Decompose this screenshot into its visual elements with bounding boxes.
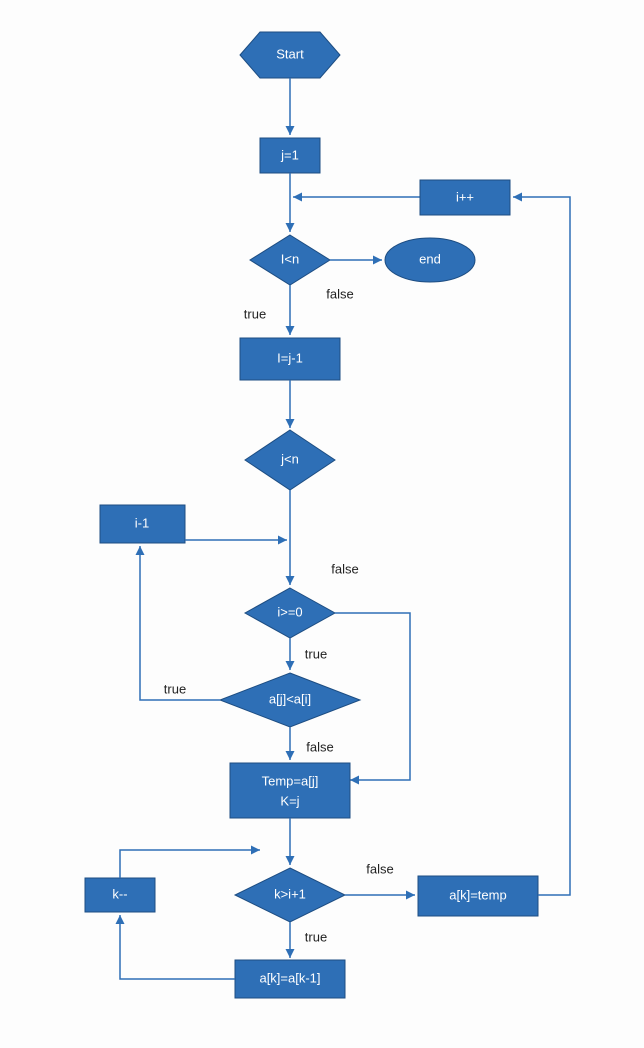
node-i-minus-1: i-1 xyxy=(100,505,185,543)
edge-kdec-loop xyxy=(120,850,260,878)
label-assign-I: I=j-1 xyxy=(277,350,303,365)
label-true-2: true xyxy=(305,646,327,661)
node-k-dec: k-- xyxy=(85,878,155,912)
label-k-dec: k-- xyxy=(112,886,127,901)
node-inc-i: i++ xyxy=(420,180,510,215)
label-init-j: j=1 xyxy=(280,147,299,162)
label-cond-j-lt-n: j<n xyxy=(280,451,299,466)
label-temp-line2: K=j xyxy=(280,793,299,808)
node-cond-aj-lt-ai: a[j]<a[i] xyxy=(220,673,360,727)
label-ak-shift: a[k]=a[k-1] xyxy=(259,970,320,985)
edge-ajai-true xyxy=(140,546,220,700)
edge-shift-kdec xyxy=(120,915,235,979)
label-false-4: false xyxy=(366,861,393,876)
label-i-minus-1: i-1 xyxy=(135,515,149,530)
node-cond-k-gt-ip1: k>i+1 xyxy=(235,868,345,922)
label-cond-I-lt-n: I<n xyxy=(281,251,299,266)
node-cond-I-lt-n: I<n xyxy=(250,235,330,285)
label-inc-i: i++ xyxy=(456,189,474,204)
label-true-3: true xyxy=(164,681,186,696)
node-cond-i-ge-0: i>=0 xyxy=(245,588,335,638)
node-cond-j-lt-n: j<n xyxy=(245,430,335,490)
node-ak-temp: a[k]=temp xyxy=(418,876,538,916)
label-cond-aj-lt-ai: a[j]<a[i] xyxy=(269,691,311,706)
node-temp-assign: Temp=a[j] K=j xyxy=(230,763,350,818)
node-ak-shift: a[k]=a[k-1] xyxy=(235,960,345,998)
label-false-1: false xyxy=(326,286,353,301)
label-end: end xyxy=(419,251,441,266)
node-assign-I: I=j-1 xyxy=(240,338,340,380)
label-ak-temp: a[k]=temp xyxy=(449,887,506,902)
label-cond-i-ge-0: i>=0 xyxy=(277,604,302,619)
label-temp-line1: Temp=a[j] xyxy=(262,773,319,788)
node-end: end xyxy=(385,238,475,282)
label-start: Start xyxy=(276,46,304,61)
label-false-3: false xyxy=(306,739,333,754)
label-cond-k-gt-ip1: k>i+1 xyxy=(274,886,306,901)
label-true-4: true xyxy=(305,929,327,944)
edge-aktemp-inc xyxy=(513,197,570,895)
label-false-2: false xyxy=(331,561,358,576)
node-start: Start xyxy=(240,32,340,78)
node-init-j: j=1 xyxy=(260,138,320,173)
label-true-1: true xyxy=(244,306,266,321)
